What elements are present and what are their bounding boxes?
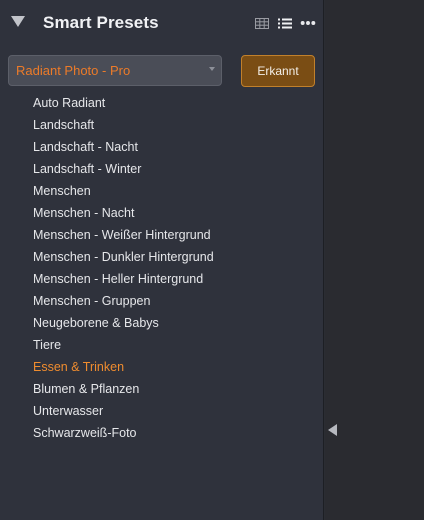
panel-title: Smart Presets bbox=[43, 13, 159, 32]
preset-item[interactable]: Menschen - Dunkler Hintergrund bbox=[33, 246, 214, 268]
preset-item[interactable]: Menschen - Gruppen bbox=[33, 290, 214, 312]
header-toolbar bbox=[254, 16, 316, 30]
triangle-down-icon[interactable] bbox=[11, 16, 25, 27]
preset-item[interactable]: Unterwasser bbox=[33, 400, 214, 422]
preset-item[interactable]: Blumen & Pflanzen bbox=[33, 378, 214, 400]
triangle-left-icon[interactable] bbox=[328, 424, 337, 436]
main-area bbox=[325, 0, 424, 520]
preset-item[interactable]: Menschen bbox=[33, 180, 214, 202]
detect-button[interactable]: Erkannt bbox=[241, 55, 315, 87]
list-view-icon[interactable] bbox=[277, 16, 293, 30]
grid-view-icon[interactable] bbox=[254, 16, 270, 30]
preset-collection-dropdown[interactable]: Radiant Photo - Pro bbox=[8, 55, 222, 86]
preset-item[interactable]: Auto Radiant bbox=[33, 92, 214, 114]
preset-list: Auto Radiant Landschaft Landschaft - Nacht… bbox=[33, 92, 214, 444]
panel-header: Smart Presets bbox=[0, 0, 324, 46]
more-dots-icon[interactable] bbox=[300, 16, 316, 30]
preset-item[interactable]: Schwarzweiß-Foto bbox=[33, 422, 214, 444]
preset-item[interactable]: Menschen - Nacht bbox=[33, 202, 214, 224]
smart-presets-panel: Smart Presets Radiant Photo - Pro Erkann… bbox=[0, 0, 324, 520]
preset-item[interactable]: Landschaft - Winter bbox=[33, 158, 214, 180]
preset-item[interactable]: Landschaft - Nacht bbox=[33, 136, 214, 158]
chevron-down-icon bbox=[209, 67, 215, 71]
preset-item[interactable]: Tiere bbox=[33, 334, 214, 356]
preset-item[interactable]: Menschen - Heller Hintergrund bbox=[33, 268, 214, 290]
preset-item[interactable]: Essen & Trinken bbox=[33, 356, 214, 378]
preset-item[interactable]: Neugeborene & Babys bbox=[33, 312, 214, 334]
preset-item[interactable]: Landschaft bbox=[33, 114, 214, 136]
preset-item[interactable]: Menschen - Weißer Hintergrund bbox=[33, 224, 214, 246]
dropdown-value: Radiant Photo - Pro bbox=[16, 63, 131, 78]
